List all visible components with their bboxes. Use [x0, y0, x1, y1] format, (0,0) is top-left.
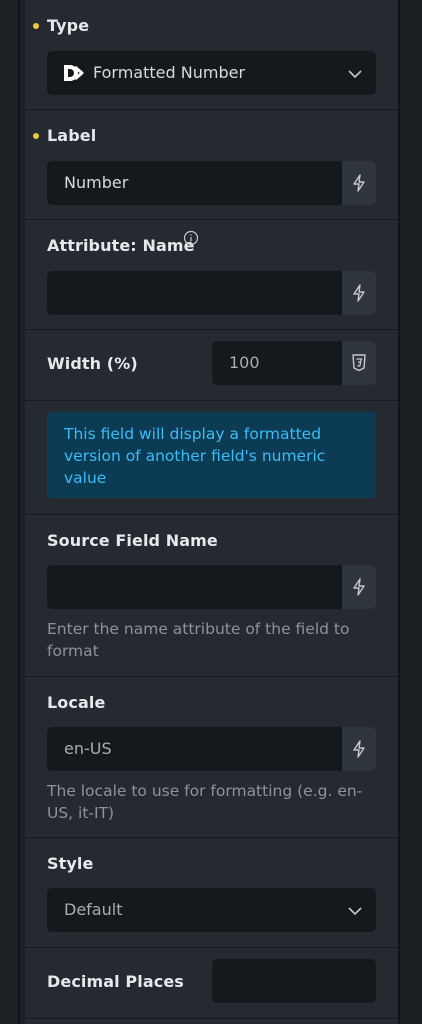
lightning-icon	[353, 284, 365, 302]
attribute-name-input[interactable]	[47, 271, 342, 315]
label-input[interactable]: Number	[47, 161, 342, 205]
attribute-name-section: Attribute: Name	[25, 220, 398, 330]
type-label: Type	[47, 16, 90, 35]
lightning-icon	[353, 174, 365, 192]
info-icon[interactable]	[183, 230, 199, 250]
locale-input[interactable]: en-US	[47, 727, 342, 771]
chevron-down-icon	[348, 66, 362, 85]
info-notice: This field will display a formatted vers…	[47, 412, 376, 498]
formatted-number-icon	[62, 63, 86, 87]
width-field: 100	[212, 341, 376, 385]
locale-helper: The locale to use for formatting (e.g. e…	[47, 782, 363, 822]
css-units-button[interactable]	[342, 341, 376, 385]
required-indicator	[33, 133, 39, 139]
source-field-input[interactable]	[47, 565, 342, 609]
label-label: Label	[47, 126, 97, 145]
label-section: Label Number	[25, 110, 398, 220]
locale-field: en-US	[47, 727, 376, 771]
dynamic-data-button[interactable]	[342, 161, 376, 205]
locale-label: Locale	[47, 693, 106, 712]
right-border	[398, 0, 400, 1024]
dynamic-data-button[interactable]	[342, 271, 376, 315]
source-field-section: Source Field Name Enter the name attribu…	[25, 515, 398, 677]
width-section: Width (%) 100	[25, 330, 398, 401]
type-section: Type Formatted Number	[25, 0, 398, 110]
label-input-value: Number	[64, 173, 129, 192]
source-field-label: Source Field Name	[47, 531, 218, 550]
dynamic-data-button[interactable]	[342, 565, 376, 609]
source-field-field	[47, 565, 376, 609]
width-input-placeholder: 100	[229, 353, 260, 372]
decimal-places-label: Decimal Places	[47, 972, 184, 991]
style-select-value: Default	[64, 900, 123, 919]
locale-input-placeholder: en-US	[64, 739, 112, 758]
right-gutter	[400, 0, 422, 1024]
left-gutter	[0, 0, 18, 1024]
type-select[interactable]: Formatted Number	[47, 51, 376, 95]
left-border	[18, 0, 20, 1024]
style-select[interactable]: Default	[47, 888, 376, 932]
dynamic-data-button[interactable]	[342, 727, 376, 771]
chevron-down-icon	[348, 903, 362, 922]
field-settings-panel: Type Formatted Number Label Number Attri…	[25, 0, 398, 1024]
label-field: Number	[47, 161, 376, 205]
css3-icon	[352, 354, 366, 372]
width-label: Width (%)	[47, 354, 138, 373]
lightning-icon	[353, 740, 365, 758]
notice-text: This field will display a formatted vers…	[64, 425, 326, 487]
required-indicator	[33, 23, 39, 29]
locale-section: Locale en-US The locale to use for forma…	[25, 677, 398, 838]
decimal-places-input[interactable]	[212, 959, 376, 1003]
lightning-icon	[353, 578, 365, 596]
type-select-value: Formatted Number	[93, 63, 246, 82]
notice-section: This field will display a formatted vers…	[25, 401, 398, 515]
decimal-places-section: Decimal Places	[25, 948, 398, 1019]
style-label: Style	[47, 854, 94, 873]
width-input[interactable]: 100	[212, 341, 342, 385]
attribute-name-field	[47, 271, 376, 315]
attribute-name-label: Attribute: Name	[47, 236, 195, 255]
source-field-helper: Enter the name attribute of the field to…	[47, 620, 350, 660]
style-section: Style Default	[25, 838, 398, 948]
